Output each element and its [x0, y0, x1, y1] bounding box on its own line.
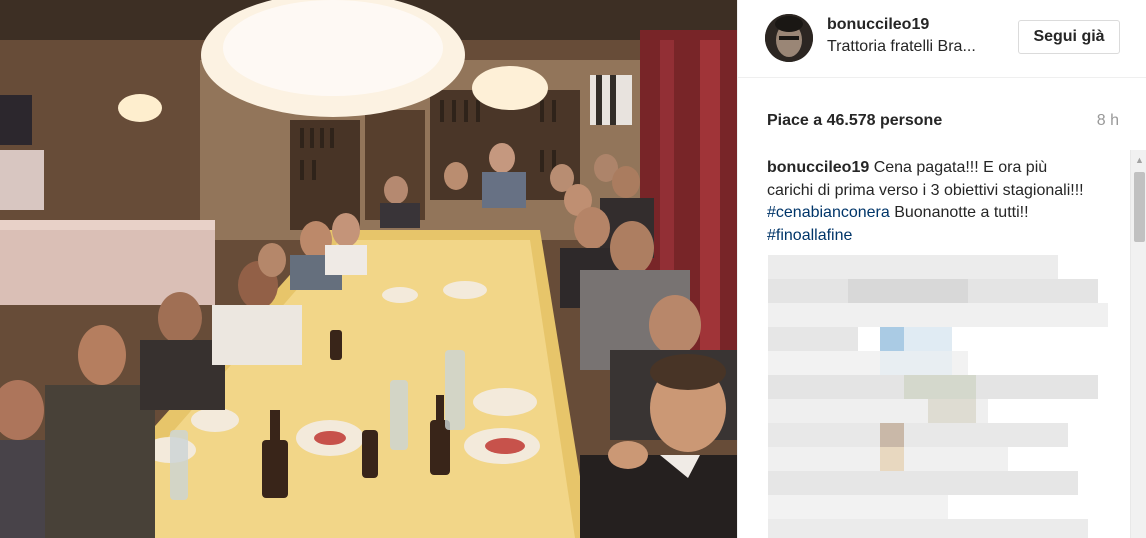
post-timestamp[interactable]: 8 h	[1097, 112, 1119, 130]
blur-block	[880, 327, 904, 351]
comments-scrollbar[interactable]: ▲	[1130, 150, 1146, 538]
post-photo[interactable]	[0, 0, 737, 538]
post-header: bonuccileo19 Trattoria fratelli Bra... S…	[738, 0, 1146, 78]
blur-block	[928, 399, 976, 423]
post-sidebar: bonuccileo19 Trattoria fratelli Bra... S…	[737, 0, 1146, 538]
blur-block	[768, 519, 1088, 538]
blur-block	[904, 327, 952, 351]
blur-block	[768, 423, 1068, 447]
scroll-thumb[interactable]	[1134, 172, 1145, 242]
username-link[interactable]: bonuccileo19	[827, 16, 929, 34]
scroll-up-arrow-icon[interactable]: ▲	[1131, 154, 1146, 166]
follow-button[interactable]: Segui già	[1018, 20, 1120, 54]
caption-text-2: Buonanotte a tutti!!	[889, 204, 1029, 221]
likes-row: Piace a 46.578 persone 8 h	[738, 100, 1146, 140]
avatar-image	[765, 14, 813, 62]
blur-block	[848, 279, 968, 303]
blur-block	[768, 303, 1108, 327]
hashtag-finoallafine[interactable]: #finoallafine	[767, 227, 852, 244]
blur-block	[768, 471, 1078, 495]
avatar[interactable]	[765, 14, 813, 62]
blur-block	[880, 423, 904, 447]
caption-username[interactable]: bonuccileo19	[767, 159, 869, 176]
blurred-comments	[768, 255, 1124, 538]
likes-count[interactable]: Piace a 46.578 persone	[767, 112, 942, 130]
post-caption: bonuccileo19 Cena pagata!!! E ora più ca…	[767, 157, 1097, 247]
blur-block	[768, 255, 1058, 279]
blur-block	[880, 351, 952, 375]
hashtag-cenabianconera[interactable]: #cenabianconera	[767, 204, 890, 221]
blur-block	[768, 495, 948, 519]
blur-block	[768, 327, 858, 351]
photo-illustration	[0, 0, 737, 538]
location-link[interactable]: Trattoria fratelli Bra...	[827, 38, 997, 56]
blur-block	[904, 375, 976, 399]
blur-block	[880, 447, 904, 471]
